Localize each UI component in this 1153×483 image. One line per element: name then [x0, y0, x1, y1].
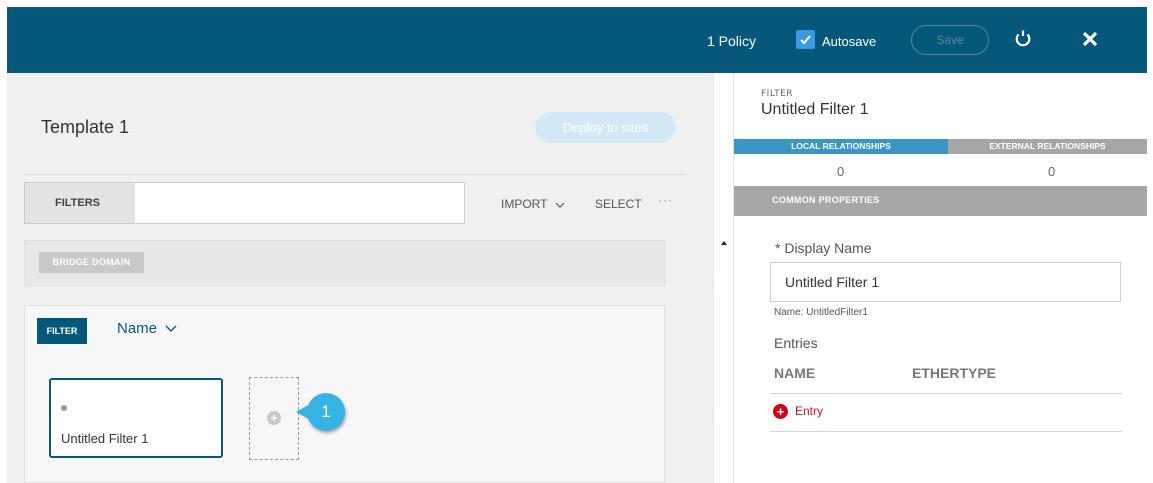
- tab-local-relationships[interactable]: LOCAL RELATIONSHIPS: [734, 139, 948, 154]
- autosave-checkbox[interactable]: [796, 30, 815, 49]
- sort-label: Name: [117, 320, 158, 337]
- import-label: IMPORT: [501, 197, 548, 211]
- filter-card[interactable]: Untitled Filter 1: [49, 378, 223, 458]
- chevron-down-icon: [165, 325, 177, 332]
- sort-by-name-dropdown[interactable]: Name: [117, 320, 177, 337]
- chevron-down-icon: [555, 202, 565, 208]
- panel-title: Untitled Filter 1: [761, 101, 869, 118]
- status-dot: [61, 405, 67, 411]
- tab-external-relationships[interactable]: EXTERNAL RELATIONSHIPS: [948, 139, 1147, 154]
- import-dropdown[interactable]: IMPORT: [501, 197, 565, 211]
- add-filter-button[interactable]: +: [249, 377, 299, 460]
- display-name-input[interactable]: [770, 262, 1121, 302]
- save-button[interactable]: Save: [911, 25, 989, 55]
- bridge-domain-badge: BRIDGE DOMAIN: [39, 252, 144, 273]
- more-options-icon[interactable]: ···: [658, 193, 673, 207]
- template-title: Template 1: [41, 117, 130, 137]
- scroll-up-icon[interactable]: [721, 241, 727, 245]
- column-header-ethertype: ETHERTYPE: [912, 365, 997, 381]
- filter-card-name: Untitled Filter 1: [61, 431, 149, 446]
- filter-badge: FILTER: [37, 318, 87, 344]
- common-properties-header: COMMON PROPERTIES: [734, 186, 1147, 216]
- local-relationships-count: 0: [837, 164, 845, 179]
- scrollbar[interactable]: [713, 73, 734, 483]
- select-button[interactable]: SELECT: [595, 197, 642, 211]
- callout-1: 1: [296, 393, 345, 431]
- column-header-name: NAME: [774, 365, 816, 381]
- app-root: 1 Policy Autosave Save Template 1 Deploy…: [0, 0, 1153, 483]
- filter-input[interactable]: [136, 183, 464, 223]
- deploy-to-sites-button[interactable]: Deploy to sites: [535, 112, 676, 143]
- display-name-label: * Display Name: [775, 240, 872, 256]
- entries-label: Entries: [774, 335, 818, 351]
- external-relationships-count: 0: [1048, 164, 1056, 179]
- divider: [24, 174, 687, 175]
- divider: [770, 431, 1122, 432]
- check-icon: [800, 35, 811, 45]
- bridge-domain-section: BRIDGE DOMAIN: [24, 240, 665, 286]
- name-hint: Name: UntitledFilter1: [774, 307, 868, 318]
- filters-label: FILTERS: [25, 183, 135, 223]
- panel-kicker: FILTER: [761, 89, 794, 99]
- plus-icon: +: [267, 411, 281, 425]
- add-entry-link[interactable]: Entry: [795, 404, 823, 418]
- policy-count: 1 Policy: [707, 33, 757, 49]
- filter-section: FILTER Name Untitled Filter 1 +: [24, 305, 665, 483]
- filter-bar: FILTERS: [24, 182, 465, 224]
- add-entry-icon[interactable]: +: [773, 404, 788, 419]
- autosave-label: Autosave: [822, 34, 877, 49]
- close-icon[interactable]: [1080, 29, 1100, 54]
- divider: [770, 393, 1122, 394]
- refresh-icon[interactable]: [1013, 29, 1033, 54]
